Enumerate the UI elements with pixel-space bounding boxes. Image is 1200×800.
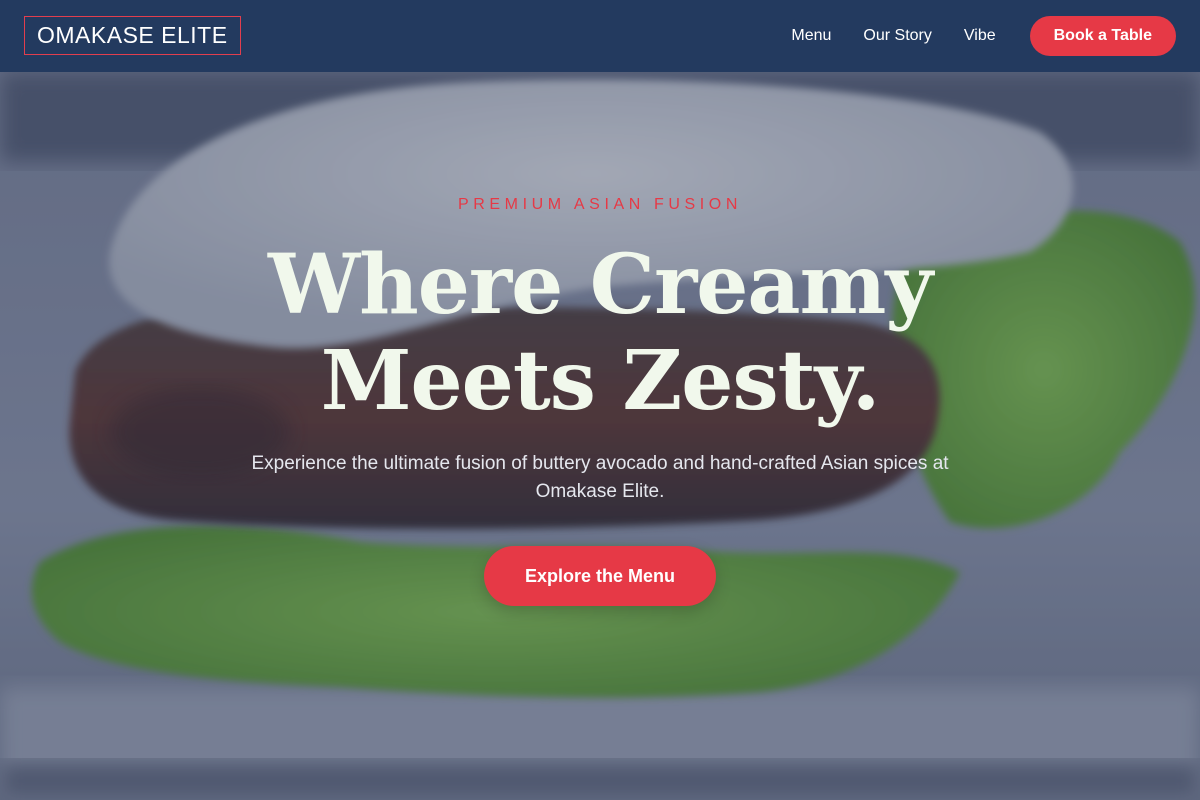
- explore-menu-button[interactable]: Explore the Menu: [484, 546, 716, 606]
- nav-link-vibe[interactable]: Vibe: [964, 27, 996, 45]
- main-nav: Menu Our Story Vibe Book a Table: [791, 16, 1176, 56]
- nav-link-menu[interactable]: Menu: [791, 27, 831, 45]
- hero-headline-line-2: Meets Zesty.: [320, 333, 881, 429]
- site-header: OMAKASE ELITE Menu Our Story Vibe Book a…: [0, 0, 1200, 72]
- hero-content: PREMIUM ASIAN FUSION Where Creamy Meets …: [0, 72, 1200, 800]
- nav-link-our-story[interactable]: Our Story: [863, 27, 931, 45]
- hero-subtext: Experience the ultimate fusion of butter…: [251, 453, 949, 502]
- hero-headline: Where Creamy Meets Zesty.: [150, 237, 1050, 429]
- brand-logo[interactable]: OMAKASE ELITE: [24, 16, 241, 55]
- book-table-button[interactable]: Book a Table: [1029, 16, 1176, 56]
- hero-eyebrow: PREMIUM ASIAN FUSION: [457, 196, 743, 213]
- hero-section: PREMIUM ASIAN FUSION Where Creamy Meets …: [0, 72, 1200, 800]
- hero-headline-line-1: Where Creamy: [268, 237, 933, 333]
